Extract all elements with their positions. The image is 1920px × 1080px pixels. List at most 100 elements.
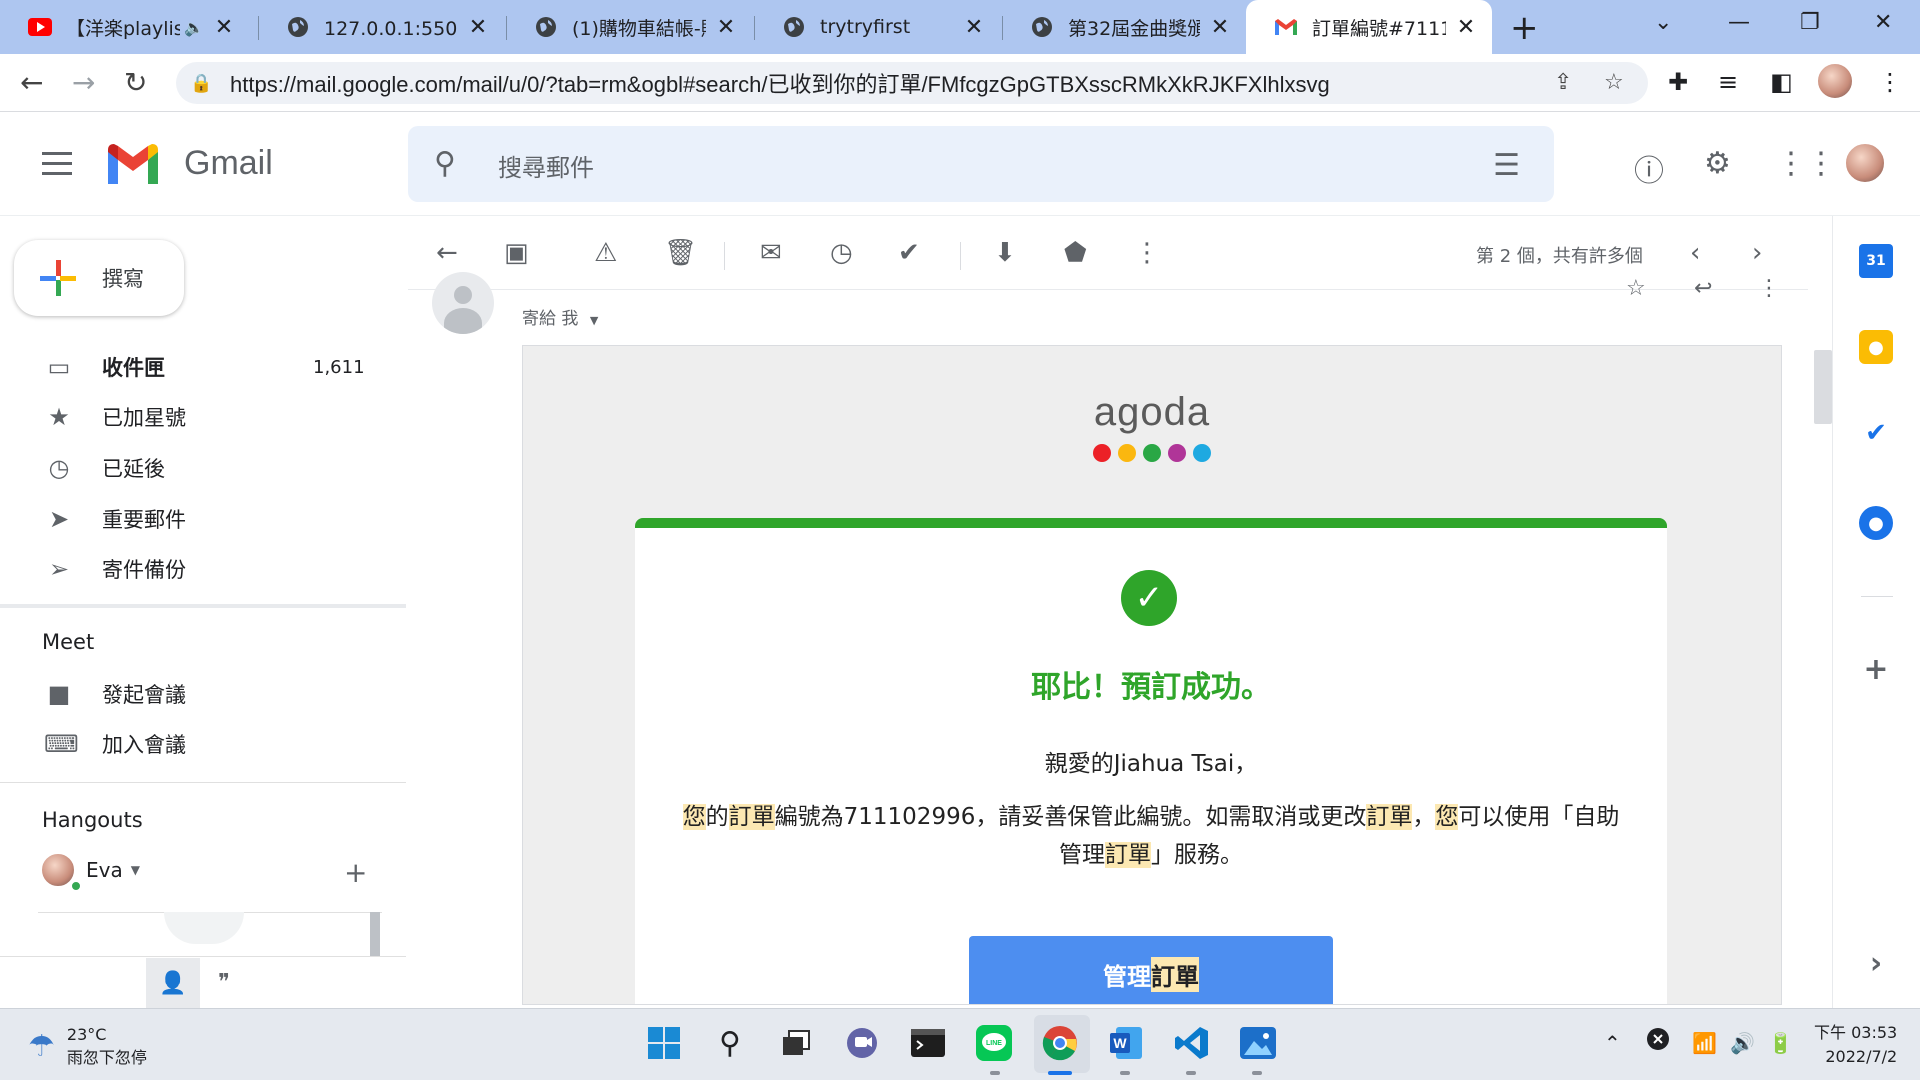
- sidebar-item-starred[interactable]: ★ 已加星號: [0, 392, 400, 442]
- message-scrollbar[interactable]: [1814, 350, 1832, 424]
- close-window-button[interactable]: ✕: [1874, 10, 1892, 35]
- terminal-icon[interactable]: [908, 1023, 948, 1063]
- task-view-icon[interactable]: [776, 1023, 816, 1063]
- keep-icon[interactable]: ●: [1859, 330, 1893, 364]
- account-avatar[interactable]: [1844, 142, 1886, 184]
- reload-button[interactable]: ↻: [124, 66, 147, 99]
- side-panel-icon[interactable]: ◧: [1770, 68, 1793, 96]
- newer-message-icon[interactable]: ‹: [1690, 238, 1700, 268]
- search-bar[interactable]: ⚲ 搜尋郵件 ☰: [408, 126, 1554, 202]
- chevron-down-icon[interactable]: ▼: [131, 863, 140, 877]
- search-placeholder[interactable]: 搜尋郵件: [498, 148, 594, 183]
- close-tab-icon[interactable]: ✕: [1454, 15, 1478, 40]
- chevron-down-icon[interactable]: ▼: [590, 314, 598, 327]
- hangouts-scrollbar[interactable]: [370, 912, 380, 956]
- reply-icon[interactable]: ↩: [1694, 276, 1712, 301]
- conversations-tab-icon[interactable]: ❞: [218, 970, 230, 995]
- sidebar-item-important[interactable]: ➤ 重要郵件: [0, 494, 400, 544]
- message-more-icon[interactable]: ⋮: [1758, 276, 1780, 301]
- weather-widget[interactable]: ☂ 23°C 雨忽下忽停: [28, 1023, 147, 1069]
- battery-icon[interactable]: 🔋: [1768, 1031, 1793, 1055]
- mark-unread-icon[interactable]: ✉: [760, 238, 782, 268]
- add-to-tasks-icon[interactable]: ✔: [898, 238, 920, 268]
- extensions-icon[interactable]: ✚: [1668, 68, 1688, 96]
- restore-button[interactable]: ❐: [1800, 10, 1820, 35]
- more-options-icon[interactable]: ⋮: [1134, 238, 1160, 268]
- contacts-tab-icon[interactable]: 👤: [146, 958, 200, 1008]
- sidebar-item-new-meeting[interactable]: ■ 發起會議: [0, 669, 400, 719]
- hangouts-user[interactable]: Eva ▼: [40, 852, 140, 892]
- wifi-icon[interactable]: 📶: [1692, 1031, 1717, 1055]
- manage-order-button[interactable]: 管理 訂單: [969, 936, 1333, 1004]
- photos-icon[interactable]: [1238, 1023, 1278, 1063]
- archive-icon[interactable]: ▣: [504, 238, 529, 268]
- vscode-icon[interactable]: [1172, 1023, 1212, 1063]
- browser-tab[interactable]: trytryfirst ✕: [754, 0, 1000, 54]
- tasks-icon[interactable]: ✔: [1859, 416, 1893, 450]
- browser-tab[interactable]: 第32屆金曲獎頒獎 ✕: [1002, 0, 1246, 54]
- teams-chat-icon[interactable]: [842, 1023, 882, 1063]
- forward-button[interactable]: →: [72, 66, 95, 99]
- bookmark-star-icon[interactable]: ☆: [1604, 70, 1624, 95]
- recipient-line[interactable]: 寄給 我 ▼: [522, 304, 598, 329]
- close-tab-icon[interactable]: ✕: [1208, 15, 1232, 40]
- close-tab-icon[interactable]: ✕: [714, 15, 738, 40]
- line-app-icon[interactable]: LINE: [974, 1023, 1014, 1063]
- contacts-icon[interactable]: ●: [1859, 506, 1893, 540]
- word-icon[interactable]: W: [1106, 1023, 1146, 1063]
- back-to-list-icon[interactable]: ←: [436, 238, 458, 268]
- share-icon[interactable]: ⇪: [1554, 70, 1572, 95]
- label-icon[interactable]: ⬟: [1064, 238, 1087, 268]
- system-clock[interactable]: 下午 03:53 2022/7/2: [1814, 1021, 1897, 1069]
- agoda-logo[interactable]: agoda: [523, 390, 1781, 435]
- get-addons-icon[interactable]: +: [1859, 652, 1893, 687]
- browser-tab[interactable]: 127.0.0.1:5503/自 ✕: [258, 0, 504, 54]
- search-options-icon[interactable]: ☰: [1493, 148, 1520, 183]
- snooze-icon[interactable]: ◷: [830, 238, 853, 268]
- sidebar-item-label: 收件匣: [102, 356, 165, 380]
- sidebar-item-join-meeting[interactable]: ⌨ 加入會議: [0, 719, 400, 769]
- report-spam-icon[interactable]: ⚠: [594, 238, 617, 268]
- show-side-panel-icon[interactable]: ›: [1859, 946, 1893, 981]
- profile-avatar[interactable]: [1816, 62, 1854, 100]
- tray-app-icon[interactable]: [1646, 1027, 1670, 1056]
- browser-tab-active[interactable]: 訂單編號#711102 ✕: [1246, 0, 1492, 54]
- sidebar-item-sent[interactable]: ➢ 寄件備份: [0, 544, 400, 594]
- close-tab-icon[interactable]: ✕: [962, 15, 986, 40]
- new-tab-button[interactable]: +: [1510, 8, 1539, 48]
- sidebar-item-inbox[interactable]: ▭ 收件匣 1,611: [0, 342, 400, 392]
- show-hidden-icons-chevron-icon[interactable]: ⌃: [1604, 1031, 1621, 1055]
- search-icon[interactable]: ⚲: [710, 1023, 750, 1063]
- message-star-icon[interactable]: ☆: [1626, 276, 1646, 301]
- main-menu-icon[interactable]: [42, 152, 72, 182]
- toolbar-separator: [724, 242, 725, 270]
- browser-tab[interactable]: (1)購物車結帳-購 ✕: [506, 0, 752, 54]
- media-control-icon[interactable]: ≡: [1718, 68, 1738, 96]
- browser-menu-icon[interactable]: ⋮: [1878, 68, 1902, 96]
- minimize-button[interactable]: —: [1728, 10, 1750, 35]
- start-icon[interactable]: [644, 1023, 684, 1063]
- gmail-wordmark[interactable]: Gmail: [184, 144, 273, 183]
- older-message-icon[interactable]: ›: [1752, 238, 1762, 268]
- search-icon[interactable]: ⚲: [434, 146, 456, 181]
- apps-grid-icon[interactable]: ⋮⋮: [1776, 146, 1836, 181]
- sidebar-item-snoozed[interactable]: ◷ 已延後: [0, 443, 400, 493]
- address-bar[interactable]: 🔒 https://mail.google.com/mail/u/0/?tab=…: [176, 62, 1648, 104]
- close-tab-icon[interactable]: ✕: [212, 15, 236, 40]
- settings-gear-icon[interactable]: ⚙: [1704, 146, 1731, 181]
- tab-search-icon[interactable]: ⌄: [1654, 10, 1672, 35]
- move-to-icon[interactable]: ⬇: [994, 238, 1016, 268]
- gmail-logo-icon[interactable]: [104, 142, 162, 190]
- delete-icon[interactable]: 🗑: [664, 238, 697, 268]
- volume-icon[interactable]: 🔊: [1730, 1031, 1755, 1055]
- url-text[interactable]: https://mail.google.com/mail/u/0/?tab=rm…: [230, 67, 1330, 99]
- hangouts-add-icon[interactable]: +: [344, 856, 367, 889]
- browser-tab[interactable]: 【洋楽playlist 🔈 ✕: [0, 0, 250, 54]
- lock-icon[interactable]: 🔒: [190, 73, 212, 94]
- back-button[interactable]: ←: [20, 66, 43, 99]
- close-tab-icon[interactable]: ✕: [466, 15, 490, 40]
- calendar-icon[interactable]: 31: [1859, 244, 1893, 278]
- chrome-icon[interactable]: [1040, 1023, 1080, 1063]
- help-icon[interactable]: ⓘ: [1634, 146, 1664, 190]
- compose-button[interactable]: 撰寫: [14, 240, 184, 316]
